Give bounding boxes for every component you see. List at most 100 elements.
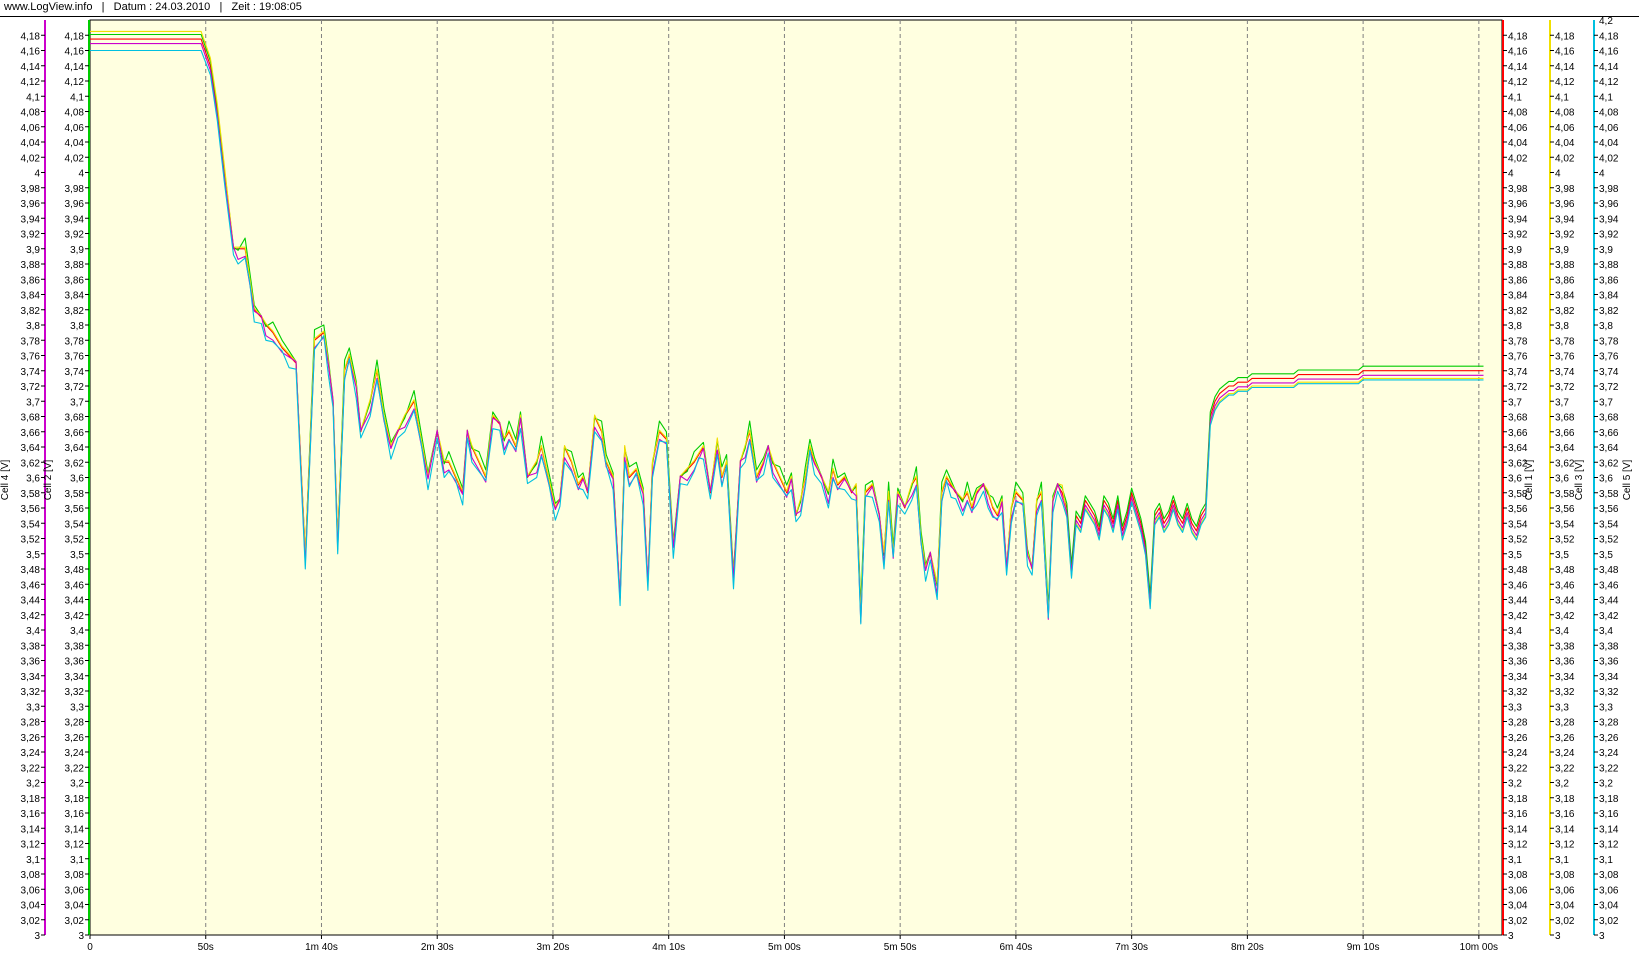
y-tick-label: 3,5: [1599, 550, 1613, 561]
y-tick-label: 4,14: [1555, 62, 1575, 73]
y-tick-label: 3,82: [65, 306, 85, 317]
y-tick-label: 3,8: [1508, 321, 1522, 332]
y-tick-label: 3,08: [1508, 870, 1528, 881]
y-tick-label: 3,2: [1599, 779, 1613, 790]
y-tick-label: 3,96: [1599, 199, 1619, 210]
y-tick-label: 3,98: [65, 184, 85, 195]
y-tick-label: 3,6: [1555, 474, 1569, 485]
y-tick-label: 3,12: [21, 840, 41, 851]
y-tick-label: 4,16: [1555, 47, 1575, 58]
x-tick-label: 6m 40s: [1000, 942, 1033, 953]
y-tick-label: 3,42: [21, 611, 41, 622]
y-tick-label: 3,1: [1555, 855, 1569, 866]
y-tick-label: 3,46: [1555, 580, 1575, 591]
y-tick-label: 4,14: [1599, 62, 1619, 73]
y-tick-label: 3,02: [21, 916, 41, 927]
y-tick-label: 3,66: [1599, 428, 1619, 439]
y-tick-label: 4,04: [1555, 138, 1575, 149]
y-tick-label: 3,92: [65, 230, 85, 241]
y-tick-label: 3,3: [1508, 702, 1522, 713]
y-tick-label: 4,04: [21, 138, 41, 149]
y-tick-label: 3,24: [1508, 748, 1528, 759]
y-tick-label: 3,72: [1508, 382, 1528, 393]
y-tick-label: 3,98: [1555, 184, 1575, 195]
y-tick-label: 3,32: [1508, 687, 1528, 698]
y-tick-label: 3,68: [65, 413, 85, 424]
y-tick-label: 4,04: [65, 138, 85, 149]
y-tick-label: 3,26: [1508, 733, 1528, 744]
y-tick-label: 4,06: [1555, 123, 1575, 134]
y-tick-label: 3,82: [1508, 306, 1528, 317]
y-tick-label: 3,76: [21, 352, 41, 363]
y-tick-label: 4,06: [1599, 123, 1619, 134]
y-tick-label: 3,78: [1599, 336, 1619, 347]
y-tick-label: 3,3: [26, 702, 40, 713]
y-tick-label: 3,6: [26, 474, 40, 485]
y-tick-label: 3,68: [1555, 413, 1575, 424]
y-tick-label: 3,06: [1555, 885, 1575, 896]
y-tick-label: 3,02: [1508, 916, 1528, 927]
y-tick-label: 3,84: [65, 291, 85, 302]
y-tick-label: 3,52: [21, 535, 41, 546]
y-tick-label: 3,48: [1599, 565, 1619, 576]
y-tick-label: 3,62: [1599, 458, 1619, 469]
y-tick-label: 3,64: [1508, 443, 1528, 454]
y-tick-label: 3,86: [21, 275, 41, 286]
y-tick-label: 3,74: [1599, 367, 1619, 378]
y-tick-label: 3,36: [1555, 657, 1575, 668]
y-tick-label: 3,12: [65, 840, 85, 851]
x-tick-label: 2m 30s: [421, 942, 454, 953]
y-tick-label: 3,8: [1555, 321, 1569, 332]
y-tick-label: 3,46: [65, 580, 85, 591]
y-tick-label: 3,8: [1599, 321, 1613, 332]
y-tick-label: 3,06: [1599, 885, 1619, 896]
y-tick-label: 3,38: [65, 641, 85, 652]
y-tick-label: 3,16: [1555, 809, 1575, 820]
y-tick-label: 4,02: [1508, 153, 1528, 164]
y-tick-label: 4,1: [26, 92, 40, 103]
y-tick-label: 3,54: [21, 519, 41, 530]
y-tick-label: 3,68: [21, 413, 41, 424]
y-tick-label: 3,84: [1555, 291, 1575, 302]
x-tick-label: 4m 10s: [652, 942, 685, 953]
y-tick-label: 3,62: [1555, 458, 1575, 469]
y-tick-label: 3,42: [1555, 611, 1575, 622]
y-tick-label: 3,16: [21, 809, 41, 820]
y-tick-label: 3,44: [65, 596, 85, 607]
y-tick-label: 3,02: [1555, 916, 1575, 927]
y-tick-label: 3,72: [21, 382, 41, 393]
y-tick-label: 4,18: [21, 31, 41, 42]
y-tick-label: 3,08: [1599, 870, 1619, 881]
y-tick-label: 3,56: [65, 504, 85, 515]
x-tick-label: 50s: [198, 942, 214, 953]
y-tick-label: 3,04: [1508, 901, 1528, 912]
y-tick-label: 3,08: [21, 870, 41, 881]
y-tick-label: 3: [1508, 931, 1514, 942]
y-tick-label: 4,08: [1555, 108, 1575, 119]
y-tick-label: 3,5: [1555, 550, 1569, 561]
y-tick-label: 3,32: [1599, 687, 1619, 698]
y-tick-label: 3,48: [21, 565, 41, 576]
y-tick-label: 3,36: [21, 657, 41, 668]
y-tick-label: 3,38: [1555, 641, 1575, 652]
y-tick-label: 3,24: [1555, 748, 1575, 759]
y-tick-label: 3,9: [70, 245, 84, 256]
y-tick-label: 4,12: [1508, 77, 1528, 88]
y-tick-label: 4,08: [1599, 108, 1619, 119]
y-tick-label: 3,46: [1599, 580, 1619, 591]
y-tick-label: 3,74: [1508, 367, 1528, 378]
y-tick-label: 3,66: [21, 428, 41, 439]
y-tick-label: 3,22: [1599, 763, 1619, 774]
y-tick-label: 4,06: [65, 123, 85, 134]
x-tick-label: 5m 50s: [884, 942, 917, 953]
y-tick-label: 3,16: [1599, 809, 1619, 820]
y-tick-label: 4,18: [1508, 31, 1528, 42]
y-tick-label: 3,94: [65, 214, 85, 225]
y-tick-label: 3,28: [65, 718, 85, 729]
y-tick-label: 3,34: [1599, 672, 1619, 683]
y-tick-label: 3,26: [1555, 733, 1575, 744]
y-tick-label: 3,34: [1555, 672, 1575, 683]
x-tick-label: 1m 40s: [305, 942, 338, 953]
y-tick-label: 3,42: [1508, 611, 1528, 622]
y-tick-label: 3,3: [1555, 702, 1569, 713]
